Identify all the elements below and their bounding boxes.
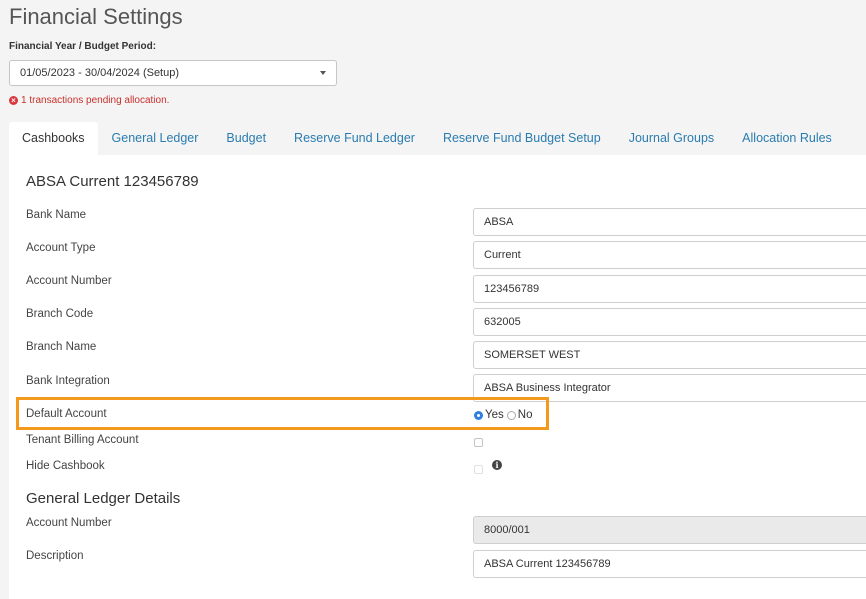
- account-type-field[interactable]: Current: [473, 241, 866, 269]
- bank-integration-label: Bank Integration: [26, 375, 110, 387]
- pending-allocation-text: 1 transactions pending allocation.: [21, 95, 170, 106]
- tenant-billing-label: Tenant Billing Account: [26, 434, 139, 446]
- tab-reserve-fund-ledger[interactable]: Reserve Fund Ledger: [280, 122, 429, 155]
- default-account-highlight-box: [16, 397, 549, 430]
- branch-name-field[interactable]: SOMERSET WEST: [473, 341, 866, 369]
- pending-allocation-alert: × 1 transactions pending allocation.: [9, 95, 169, 106]
- hide-cashbook-label: Hide Cashbook: [26, 460, 105, 472]
- hide-cashbook-checkbox[interactable]: [474, 465, 483, 474]
- tenant-billing-checkbox[interactable]: [474, 438, 483, 447]
- tab-journal-groups[interactable]: Journal Groups: [615, 122, 728, 155]
- gl-details-title: General Ledger Details: [26, 490, 181, 507]
- tab-budget[interactable]: Budget: [212, 122, 280, 155]
- settings-tabs: Cashbooks General Ledger Budget Reserve …: [9, 122, 866, 155]
- branch-code-field[interactable]: 632005: [473, 308, 866, 336]
- gl-account-number-label: Account Number: [26, 517, 112, 529]
- tab-allocation-rules[interactable]: Allocation Rules: [728, 122, 846, 155]
- tab-cashbooks[interactable]: Cashbooks: [9, 122, 98, 155]
- gl-description-label: Description: [26, 550, 84, 562]
- tab-general-ledger[interactable]: General Ledger: [98, 122, 213, 155]
- info-icon[interactable]: i: [492, 460, 502, 470]
- financial-year-select[interactable]: 01/05/2023 - 30/04/2024 (Setup): [9, 60, 337, 86]
- cashbook-panel: ABSA Current 123456789 Bank Name ABSA Ac…: [9, 155, 866, 599]
- branch-code-label: Branch Code: [26, 308, 94, 320]
- account-number-label: Account Number: [26, 275, 112, 287]
- error-icon: ×: [9, 96, 18, 105]
- financial-year-label: Financial Year / Budget Period:: [9, 41, 157, 52]
- cashbook-title: ABSA Current 123456789: [26, 173, 199, 190]
- bank-name-label: Bank Name: [26, 209, 87, 221]
- bank-name-field[interactable]: ABSA: [473, 208, 866, 236]
- gl-description-field[interactable]: ABSA Current 123456789: [473, 550, 866, 578]
- financial-year-select-value: 01/05/2023 - 30/04/2024 (Setup): [20, 67, 180, 79]
- page-title: Financial Settings: [9, 4, 183, 29]
- account-type-label: Account Type: [26, 242, 96, 254]
- gl-account-number-field: 8000/001: [473, 516, 866, 544]
- chevron-down-icon: [320, 71, 326, 75]
- branch-name-label: Branch Name: [26, 341, 97, 353]
- account-number-field[interactable]: 123456789: [473, 275, 866, 303]
- tab-reserve-fund-budget-setup[interactable]: Reserve Fund Budget Setup: [429, 122, 615, 155]
